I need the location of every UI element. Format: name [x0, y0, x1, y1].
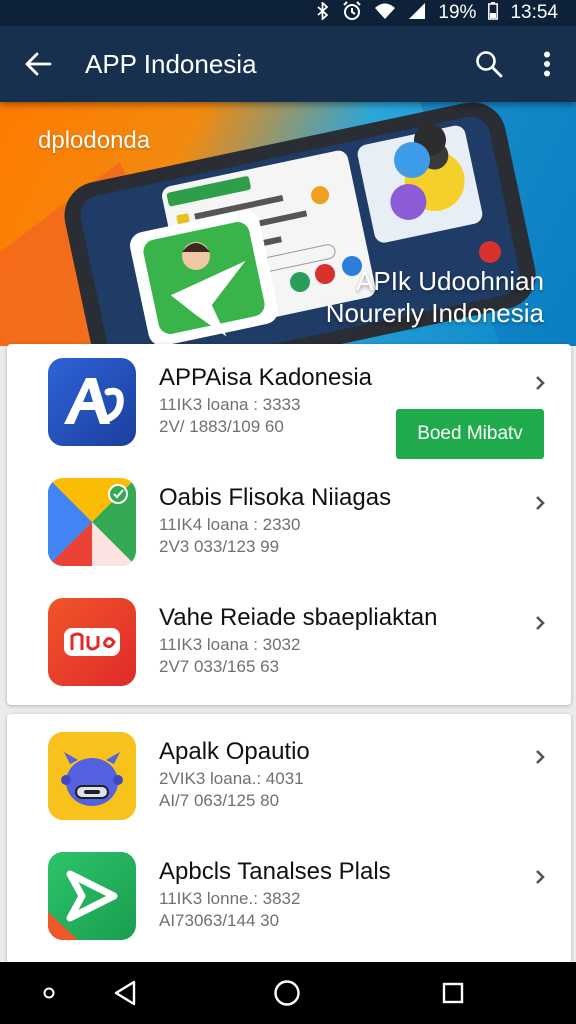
list-item[interactable]: Vahe Reiade sbaepliaktan 11IK3 loana : 3… [7, 584, 571, 704]
app-meta: 11IK3 loana : 3032 [159, 635, 301, 654]
install-button[interactable]: Boed Mibatv [396, 409, 544, 459]
nav-recents-button[interactable] [418, 962, 488, 1024]
app-list-card: APPAisa Kadonesia 11IK3 loana : 3333 2V/… [7, 344, 571, 705]
app-meta: 2V3 033/123 99 [159, 537, 280, 556]
banner-tagline: dplodonda [38, 127, 151, 154]
arrow-left-icon [25, 52, 52, 76]
nav-extra-button[interactable] [14, 962, 84, 1024]
banner-headline: APIk Udoohnian Nourerly Indonesia [326, 265, 544, 329]
chevron-right-icon[interactable] [529, 372, 551, 394]
search-icon [476, 51, 503, 78]
status-bar: 19% 13:54 [0, 0, 576, 26]
promo-banner[interactable]: dplodonda APIk Udoohnian Nourerly Indone… [0, 102, 576, 346]
bluetooth-icon [316, 0, 330, 25]
app-name: Oabis Flisoka Niiagas [159, 484, 392, 511]
chevron-right-icon[interactable] [529, 746, 551, 768]
overflow-menu-button[interactable] [518, 26, 576, 102]
app-meta: AI/7 063/125 80 [159, 791, 280, 810]
app-meta: 11IK3 lonne.: 3832 [159, 889, 301, 908]
nav-home-button[interactable] [252, 962, 322, 1024]
alarm-icon [342, 0, 362, 26]
search-button[interactable] [460, 26, 518, 102]
chevron-right-icon[interactable] [529, 612, 551, 634]
app-name: Apbcls Tanalses Plals [159, 858, 391, 885]
app-a-icon [48, 358, 136, 446]
more-vert-icon [544, 51, 550, 77]
app-list-card: Apalk Opautio 2VIK3 loana.: 4031 AI/7 06… [7, 714, 571, 964]
home-circle-icon [274, 980, 300, 1006]
monster-icon [48, 732, 136, 820]
recents-square-icon [442, 982, 464, 1004]
wifi-icon [374, 2, 396, 25]
battery-icon [488, 1, 499, 25]
app-meta: 11IK4 loana : 2330 [159, 515, 301, 534]
clock: 13:54 [510, 2, 558, 23]
nav-back-button[interactable] [90, 962, 160, 1024]
app-meta: 2VIK3 loana.: 4031 [159, 769, 304, 788]
app-name: Vahe Reiade sbaepliaktan [159, 604, 438, 631]
banner-headline-line2: Nourerly Indonesia [325, 298, 544, 328]
list-item[interactable]: APPAisa Kadonesia 11IK3 loana : 3333 2V/… [7, 344, 571, 464]
app-meta: AI73063/144 30 [159, 911, 280, 930]
app-name: APPAisa Kadonesia [159, 364, 373, 391]
list-item[interactable]: Apbcls Tanalses Plals 11IK3 lonne.: 3832… [7, 838, 571, 958]
back-triangle-icon [114, 980, 136, 1006]
page-title: APP Indonesia [85, 48, 257, 79]
chevron-right-icon[interactable] [529, 866, 551, 888]
app-name: Apalk Opautio [159, 738, 310, 765]
list-item[interactable]: Apalk Opautio 2VIK3 loana.: 4031 AI/7 06… [7, 718, 571, 838]
app-bar: APP Indonesia [0, 26, 576, 102]
back-button[interactable] [0, 26, 76, 102]
dot-icon [43, 987, 55, 999]
system-nav-bar [0, 962, 576, 1024]
play-triangle-icon [48, 478, 136, 566]
app-meta: 2V7 033/165 63 [159, 657, 280, 676]
battery-level: 19% [438, 2, 477, 23]
arrow-logo-icon [48, 852, 136, 940]
list-item[interactable]: Oabis Flisoka Niiagas 11IK4 loana : 2330… [7, 464, 571, 584]
banner-headline-line1: APIk Udoohnian [356, 266, 544, 296]
app-meta: 2V/ 1883/109 60 [159, 417, 284, 436]
signal-icon [408, 2, 426, 25]
nu-logo-icon [48, 598, 136, 686]
chevron-right-icon[interactable] [529, 492, 551, 514]
app-meta: 11IK3 loana : 3333 [159, 395, 301, 414]
